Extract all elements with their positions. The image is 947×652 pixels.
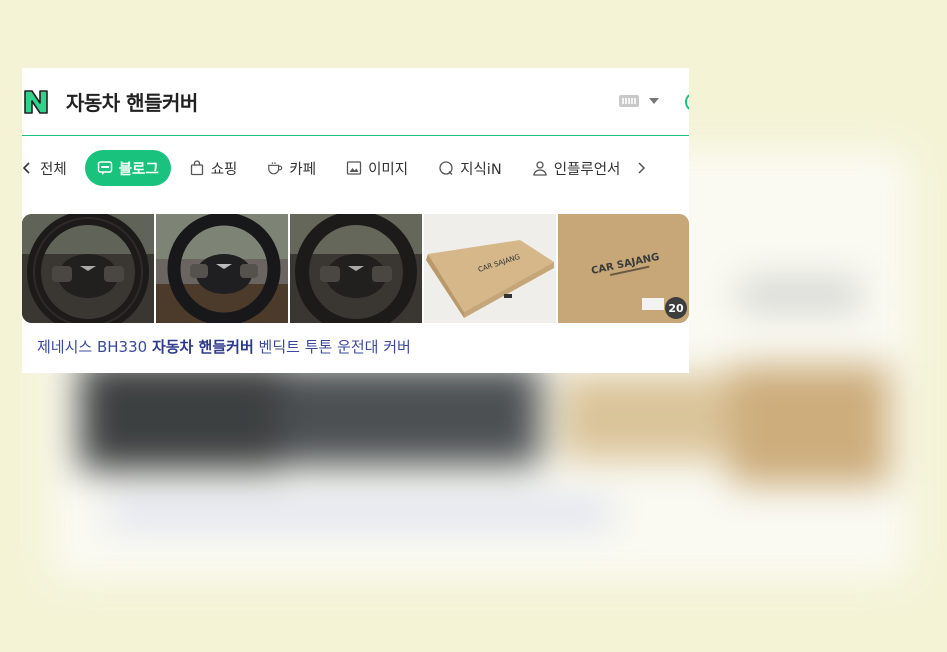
- tab-influencer-label: 인플루언서: [553, 161, 621, 178]
- tab-kin-label: 지식iN: [460, 161, 502, 178]
- person-icon: [532, 160, 548, 176]
- title-highlight: 자동차 핸들커버: [151, 338, 254, 356]
- search-icon[interactable]: [685, 93, 689, 111]
- thumbnail-box-logo[interactable]: CAR SAJANG 20: [558, 214, 689, 323]
- thumbnail-steering-wheel-3[interactable]: [290, 214, 422, 323]
- tab-influencer[interactable]: 인플루언서: [532, 150, 621, 186]
- tab-cafe[interactable]: 카페: [267, 150, 316, 186]
- tab-images-label: 이미지: [368, 161, 409, 178]
- result-title-link[interactable]: 제네시스 BH330 자동차 핸들커버 벤딕트 투톤 운전대 커버: [37, 336, 411, 357]
- search-header: 자동차 핸들커버: [22, 68, 689, 136]
- thumbnail-steering-wheel-2[interactable]: [156, 214, 288, 323]
- tab-all[interactable]: 전체: [22, 150, 67, 186]
- image-icon: [346, 160, 362, 176]
- title-prefix: 제네시스 BH330: [37, 338, 152, 356]
- image-count-badge: 20: [665, 297, 687, 319]
- coffee-cup-icon: [267, 160, 283, 176]
- chevron-right-icon: [634, 160, 650, 176]
- tab-images[interactable]: 이미지: [346, 150, 408, 186]
- tab-blog[interactable]: 블로그: [84, 150, 171, 186]
- question-bubble-icon: [438, 160, 454, 176]
- tab-all-label: 전체: [40, 161, 67, 178]
- search-query[interactable]: 자동차 핸들커버: [66, 87, 198, 116]
- result-image-strip[interactable]: CAR SAJANG CAR SAJANG 20: [22, 214, 689, 323]
- tab-shopping-label: 쇼핑: [210, 161, 238, 178]
- chevron-down-icon: [649, 98, 659, 104]
- tab-blog-label: 블로그: [118, 161, 159, 178]
- thumbnail-steering-wheel-1[interactable]: [22, 214, 154, 323]
- tabs-next-button[interactable]: [634, 150, 650, 186]
- naver-logo-icon[interactable]: [22, 88, 50, 116]
- search-tabs: 전체 블로그 쇼핑 카페 이미지 지식iN 인플루언서: [22, 149, 689, 187]
- x-icon: [22, 160, 34, 176]
- shopping-bag-icon: [189, 160, 205, 176]
- thumbnail-product-box[interactable]: CAR SAJANG: [424, 214, 556, 323]
- tab-shopping[interactable]: 쇼핑: [189, 150, 238, 186]
- blog-icon: [97, 160, 113, 176]
- search-result-card: 자동차 핸들커버 전체 블로그 쇼핑 카페 이미지 지식iN 인플루언서 CAR…: [22, 68, 689, 373]
- tab-kin[interactable]: 지식iN: [438, 150, 502, 186]
- keyboard-toggle[interactable]: [619, 95, 659, 107]
- tab-cafe-label: 카페: [289, 161, 317, 178]
- keyboard-icon: [619, 95, 639, 107]
- title-suffix: 벤딕트 투톤 운전대 커버: [253, 338, 411, 356]
